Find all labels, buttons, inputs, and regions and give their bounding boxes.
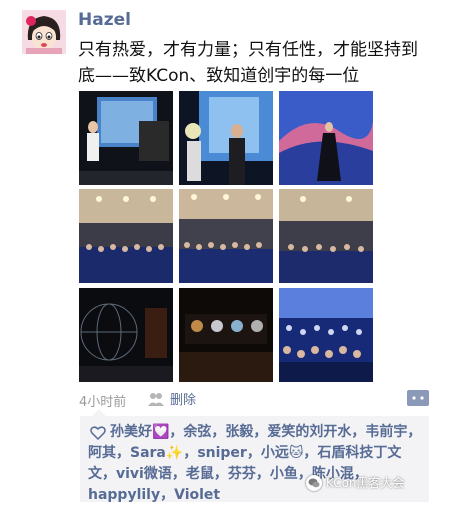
likes-names[interactable]: 孙美好💟，余弦，张毅，爱笑的刘开水，韦前宇，阿其，Sara✨，sniper，小远… bbox=[88, 422, 424, 506]
wechat-icon bbox=[306, 474, 322, 491]
photo-9[interactable] bbox=[279, 288, 373, 382]
photo-1[interactable] bbox=[79, 91, 173, 185]
photo-6[interactable] bbox=[279, 189, 373, 283]
post-text: 只有热爱，才有力量；只有任性，才能坚持到底——致KCon、致知道创宇的每一位 bbox=[78, 40, 418, 86]
photo-grid bbox=[79, 91, 373, 383]
delete-button[interactable]: 删除 bbox=[148, 389, 196, 408]
delete-label[interactable]: 删除 bbox=[170, 389, 196, 408]
photo-3[interactable] bbox=[279, 91, 373, 185]
comment-button[interactable] bbox=[407, 390, 429, 406]
avatar-cartoon-icon bbox=[22, 10, 66, 54]
comment-icon bbox=[412, 396, 424, 400]
photo-2[interactable] bbox=[179, 91, 273, 185]
username[interactable]: Hazel bbox=[78, 10, 131, 30]
photo-7[interactable] bbox=[79, 288, 173, 382]
people-icon bbox=[148, 392, 164, 406]
watermark: KCon黑客大会 bbox=[306, 474, 405, 491]
avatar[interactable] bbox=[22, 10, 66, 54]
timestamp: 4小时前 bbox=[79, 395, 127, 410]
watermark-text: KCon黑客大会 bbox=[326, 476, 405, 490]
photo-5[interactable] bbox=[179, 189, 273, 283]
photo-8[interactable] bbox=[179, 288, 273, 382]
photo-4[interactable] bbox=[79, 189, 173, 283]
